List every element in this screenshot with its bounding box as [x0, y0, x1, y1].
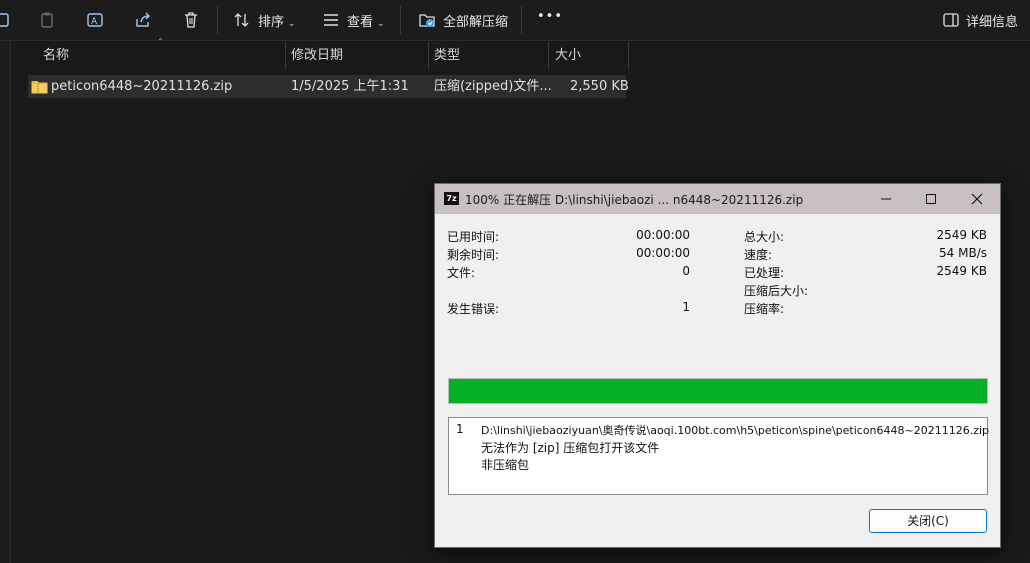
elapsed-time-value: 00:00:00: [636, 228, 690, 242]
command-bar: A 排序 ⌄ 查看 ⌄ 全部解压缩 ••• 详细信息: [0, 0, 1030, 41]
extract-all-button[interactable]: 全部解压缩: [443, 11, 508, 30]
errors-value: 1: [682, 300, 690, 314]
column-header-type[interactable]: 类型: [434, 41, 460, 70]
toolbar-divider: [521, 6, 522, 34]
errors-label: 发生错误:: [447, 302, 500, 316]
column-divider[interactable]: [628, 42, 629, 69]
extract-progress-dialog: 7z 100% 正在解压 D:\linshi\jiebaozi ... n644…: [434, 183, 1001, 548]
packed-size-label: 压缩后大小:: [744, 284, 809, 298]
copy-icon[interactable]: [0, 8, 16, 32]
files-value: 0: [682, 264, 690, 278]
rename-icon[interactable]: A: [83, 8, 107, 32]
dialog-title: 100% 正在解压 D:\linshi\jiebaozi ... n6448~2…: [465, 193, 804, 207]
speed-value: 54 MB/s: [939, 246, 987, 260]
file-type: 压缩(zipped)文件...: [434, 79, 552, 94]
file-modified: 1/5/2025 上午1:31: [291, 79, 409, 94]
minimize-button[interactable]: [863, 184, 909, 214]
message-detail: 非压缩包: [481, 458, 530, 472]
remaining-time-label: 剩余时间:: [447, 248, 500, 262]
7zip-logo-icon: 7z: [444, 192, 459, 205]
message-error: 无法作为 [zip] 压缩包打开该文件: [481, 441, 660, 455]
column-header-name[interactable]: 名称: [43, 41, 69, 70]
minimize-icon: [881, 198, 891, 200]
message-path: D:\linshi\jiebaoziyuan\奥奇传说\aoqi.100bt.c…: [481, 424, 990, 437]
processed-label: 已处理:: [744, 266, 785, 280]
column-header-modified[interactable]: 修改日期: [291, 41, 343, 70]
share-icon[interactable]: [131, 8, 155, 32]
total-size-value: 2549 KB: [936, 228, 987, 242]
compression-ratio-label: 压缩率:: [744, 302, 785, 316]
processed-value: 2549 KB: [936, 264, 987, 278]
speed-label: 速度:: [744, 248, 773, 262]
progress-bar: [448, 378, 988, 404]
file-name: peticon6448~20211126.zip: [51, 79, 233, 94]
total-size-label: 总大小:: [744, 230, 785, 244]
view-icon[interactable]: [319, 8, 343, 32]
files-label: 文件:: [447, 266, 476, 280]
dialog-title-bar[interactable]: 7z 100% 正在解压 D:\linshi\jiebaozi ... n644…: [435, 184, 1000, 214]
column-divider[interactable]: [285, 42, 286, 69]
maximize-button[interactable]: [908, 184, 954, 214]
view-button[interactable]: 查看 ⌄: [347, 11, 385, 30]
column-divider[interactable]: [428, 42, 429, 69]
sort-label: 排序: [258, 15, 285, 30]
close-button[interactable]: 关闭(C): [869, 509, 987, 533]
svg-text:A: A: [91, 17, 98, 27]
sort-icon[interactable]: [230, 8, 254, 32]
column-divider[interactable]: [548, 42, 549, 69]
paste-icon[interactable]: [35, 8, 59, 32]
message-list[interactable]: 1 D:\linshi\jiebaoziyuan\奥奇传说\aoqi.100bt…: [448, 417, 990, 495]
details-pane-icon[interactable]: [939, 8, 963, 32]
view-label: 查看: [347, 15, 374, 30]
extract-icon[interactable]: [415, 8, 439, 32]
more-options-button[interactable]: •••: [537, 9, 563, 24]
progress-bar-fill: [449, 379, 987, 403]
close-window-button[interactable]: [954, 184, 1000, 214]
file-row[interactable]: peticon6448~20211126.zip 1/5/2025 上午1:31…: [28, 75, 629, 98]
toolbar-divider: [400, 6, 401, 34]
details-button[interactable]: 详细信息: [966, 11, 1018, 30]
maximize-icon: [926, 194, 936, 204]
column-header-size[interactable]: 大小: [555, 41, 581, 70]
close-icon: [971, 193, 983, 205]
chevron-down-icon: ⌄: [377, 19, 385, 29]
file-size: 2,550 KB: [570, 79, 629, 94]
elapsed-time-label: 已用时间:: [447, 230, 500, 244]
chevron-down-icon: ⌄: [288, 19, 296, 29]
sort-button[interactable]: 排序 ⌄: [258, 11, 296, 30]
navigation-pane: [0, 41, 11, 563]
remaining-time-value: 00:00:00: [636, 246, 690, 260]
toolbar-divider: [217, 6, 218, 34]
delete-icon[interactable]: [179, 8, 203, 32]
zip-folder-icon: [31, 79, 48, 98]
message-index: 1: [456, 422, 464, 436]
sort-ascending-icon: ˆ: [158, 38, 163, 49]
